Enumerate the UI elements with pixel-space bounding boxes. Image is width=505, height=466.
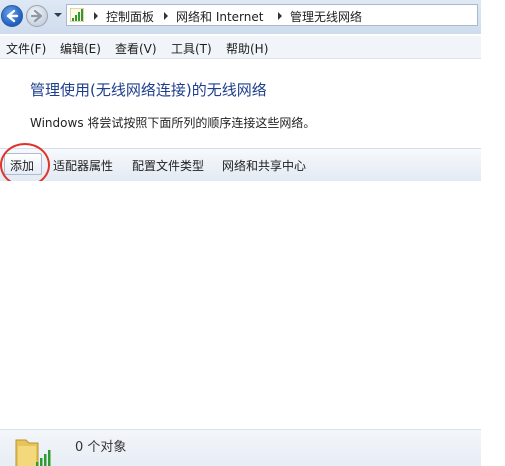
forward-button[interactable] — [26, 5, 48, 27]
window: 控制面板 网络和 Internet 管理无线网络 文件(F) 编辑(E) 查看(… — [0, 0, 481, 466]
menu-bar: 文件(F) 编辑(E) 查看(V) 工具(T) 帮助(H) — [0, 36, 481, 59]
breadcrumb-control-panel[interactable]: 控制面板 — [106, 8, 154, 25]
navigation-bar: 控制面板 网络和 Internet 管理无线网络 — [0, 0, 481, 34]
network-signal-icon — [70, 8, 84, 22]
background-strip — [481, 0, 505, 466]
wireless-network-list[interactable] — [0, 181, 481, 429]
page-title: 管理使用(无线网络连接)的无线网络 — [30, 81, 267, 99]
menu-edit[interactable]: 编辑(E) — [60, 40, 101, 57]
breadcrumb-separator-icon[interactable] — [164, 12, 168, 20]
menu-file[interactable]: 文件(F) — [6, 40, 46, 57]
breadcrumb-separator-icon[interactable] — [278, 12, 282, 20]
command-bar: 添加 适配器属性 配置文件类型 网络和共享中心 — [0, 148, 481, 182]
page-description: Windows 将尝试按照下面所列的顺序连接这些网络。 — [30, 116, 316, 130]
back-arrow-icon — [6, 9, 19, 23]
profile-types-button[interactable]: 配置文件类型 — [132, 157, 204, 174]
back-button[interactable] — [1, 5, 23, 27]
network-sharing-center-button[interactable]: 网络和共享中心 — [222, 157, 306, 174]
menu-tools[interactable]: 工具(T) — [171, 40, 212, 57]
breadcrumb-network-internet[interactable]: 网络和 Internet — [176, 8, 263, 25]
details-pane: 0 个对象 — [0, 429, 481, 466]
item-count-text: 0 个对象 — [75, 440, 127, 455]
history-dropdown-icon[interactable] — [53, 10, 63, 20]
adapter-properties-button[interactable]: 适配器属性 — [53, 157, 113, 174]
menu-view[interactable]: 查看(V) — [115, 40, 157, 57]
forward-arrow-icon — [30, 9, 43, 23]
breadcrumb-separator-icon[interactable] — [94, 12, 98, 20]
breadcrumb-manage-wireless[interactable]: 管理无线网络 — [290, 8, 362, 25]
address-bar[interactable]: 控制面板 网络和 Internet 管理无线网络 — [66, 4, 478, 26]
wireless-folder-icon — [15, 439, 51, 466]
menu-help[interactable]: 帮助(H) — [226, 40, 268, 57]
